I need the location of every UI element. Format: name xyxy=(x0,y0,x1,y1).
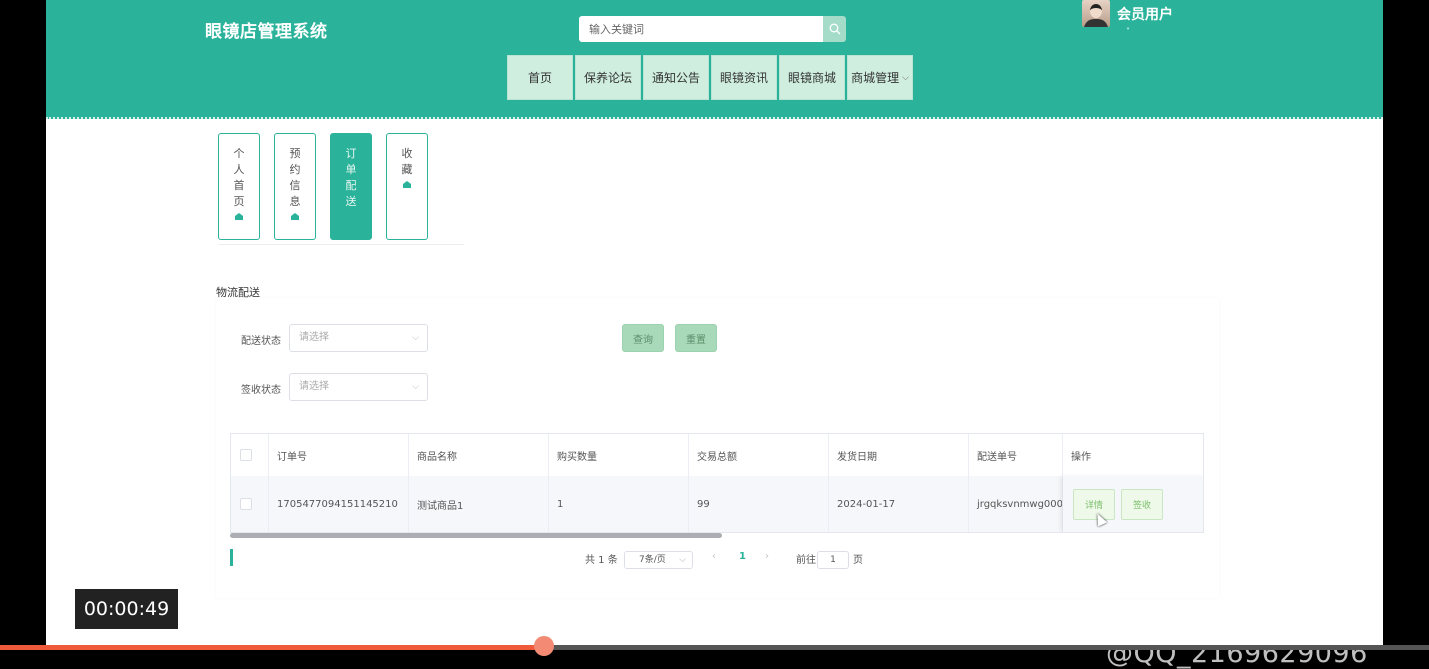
column-header: 交易总额 xyxy=(689,434,829,476)
search-icon xyxy=(829,23,840,35)
delivery-status-label: 配送状态 xyxy=(241,336,281,347)
order-no-cell: 1705477094151145210 xyxy=(269,476,409,532)
site-logo[interactable]: 眼镜店管理系统 xyxy=(205,17,328,42)
total-cell: 99 xyxy=(689,476,829,532)
reset-button[interactable]: 重置 xyxy=(675,324,717,352)
tab-label: 个人首页 xyxy=(219,146,259,220)
column-header: 购买数量 xyxy=(549,434,689,476)
row-checkbox[interactable] xyxy=(240,498,252,510)
tab-personal-home[interactable]: 个人首页 xyxy=(218,133,260,240)
tracking-no-cell: jrgqksvnmwg00000 xyxy=(969,476,1063,532)
page-size-select[interactable]: 7条/页 ⌵ xyxy=(624,551,693,569)
tab-label-text: 收藏 xyxy=(401,147,413,176)
orders-table: 订单号 商品名称 购买数量 交易总额 发货日期 配送单号 操作 17054770… xyxy=(230,433,1204,533)
tab-order-delivery[interactable]: 订单配送 xyxy=(330,133,372,240)
chevron-down-icon: ⌵ xyxy=(412,382,419,392)
tab-label-text: 个人首页 xyxy=(233,147,245,208)
nav-item-news[interactable]: 眼镜资讯 xyxy=(711,55,777,100)
pagination-total: 共 1 条 xyxy=(585,555,618,566)
tab-label-text: 订单配送 xyxy=(345,147,357,208)
video-timestamp: 00:00:49 xyxy=(75,589,178,629)
nav-item-shop[interactable]: 眼镜商城 xyxy=(779,55,845,100)
product-cell: 测试商品1 xyxy=(409,476,549,532)
select-all-checkbox[interactable] xyxy=(240,449,252,461)
tab-appointments[interactable]: 预约信息 xyxy=(274,133,316,240)
sign-status-select[interactable]: 请选择 ⌵ xyxy=(289,373,428,401)
sign-button[interactable]: 签收 xyxy=(1121,488,1163,520)
table-row[interactable]: 1705477094151145210 测试商品1 1 99 2024-01-1… xyxy=(231,476,1203,532)
accent-bar xyxy=(230,549,233,566)
column-header: 操作 xyxy=(1071,451,1091,463)
tab-label: 预约信息 xyxy=(275,146,315,220)
next-page-icon[interactable]: › xyxy=(765,551,769,562)
tab-favorites[interactable]: 收藏 xyxy=(386,133,428,240)
content-panel: 配送状态 请选择 ⌵ 查询 重置 签收状态 请选择 ⌵ 订单号 商品名称 购买数… xyxy=(216,298,1219,598)
nav-item-notice[interactable]: 通知公告 xyxy=(643,55,709,100)
divider xyxy=(218,244,464,245)
user-menu-caret-icon[interactable]: ˅ xyxy=(1126,27,1130,36)
tab-label: 订单配送 xyxy=(331,146,371,210)
goto-page-input[interactable] xyxy=(817,551,849,569)
search-button[interactable] xyxy=(823,16,846,42)
search-input[interactable] xyxy=(579,16,823,42)
actions-cell: 详情 签收 xyxy=(1063,476,1203,532)
tab-label-text: 预约信息 xyxy=(289,147,301,208)
tab-label: 收藏 xyxy=(387,146,427,188)
video-progress-handle[interactable] xyxy=(534,636,554,656)
home-icon xyxy=(235,213,243,220)
sign-status-label: 签收状态 xyxy=(241,385,281,396)
ship-date-cell: 2024-01-17 xyxy=(829,476,969,532)
app-window: 眼镜店管理系统 会员用户 ˅ 首页 保养论坛 通知公告 眼镜资讯 眼镜商城 商城… xyxy=(46,0,1383,650)
username[interactable]: 会员用户 xyxy=(1117,4,1173,24)
chevron-down-icon: ⌵ xyxy=(902,72,909,83)
column-header: 商品名称 xyxy=(409,434,549,476)
column-header: 订单号 xyxy=(269,434,409,476)
nav-item-shop-manage[interactable]: 商城管理 ⌵ xyxy=(847,55,913,100)
page-number[interactable]: 1 xyxy=(739,551,746,562)
column-header: 发货日期 xyxy=(829,434,969,476)
main-nav: 首页 保养论坛 通知公告 眼镜资讯 眼镜商城 商城管理 ⌵ xyxy=(507,55,913,100)
chevron-down-icon: ⌵ xyxy=(412,333,419,343)
row-select-cell xyxy=(231,476,269,532)
prev-page-icon[interactable]: ‹ xyxy=(712,551,716,562)
watermark: CSDN @QQ_2169629096 xyxy=(1106,607,1368,669)
top-header: 眼镜店管理系统 会员用户 ˅ 首页 保养论坛 通知公告 眼镜资讯 眼镜商城 商城… xyxy=(46,0,1383,119)
nav-item-home[interactable]: 首页 xyxy=(507,55,573,100)
quantity-cell: 1 xyxy=(549,476,689,532)
goto-prefix: 前往 xyxy=(796,555,816,566)
nav-item-forum[interactable]: 保养论坛 xyxy=(575,55,641,100)
home-icon xyxy=(403,181,411,188)
goto-suffix: 页 xyxy=(853,555,863,566)
video-progress-fill xyxy=(0,645,544,650)
delivery-status-select[interactable]: 请选择 ⌵ xyxy=(289,324,428,352)
table-header: 订单号 商品名称 购买数量 交易总额 发货日期 配送单号 操作 xyxy=(231,434,1203,477)
select-all-cell xyxy=(231,434,269,476)
query-button[interactable]: 查询 xyxy=(622,324,664,352)
horizontal-scrollbar[interactable] xyxy=(230,533,722,538)
column-header: 配送单号 xyxy=(969,434,1063,476)
avatar[interactable] xyxy=(1082,0,1110,27)
home-icon xyxy=(291,213,299,220)
chevron-down-icon: ⌵ xyxy=(679,555,686,565)
